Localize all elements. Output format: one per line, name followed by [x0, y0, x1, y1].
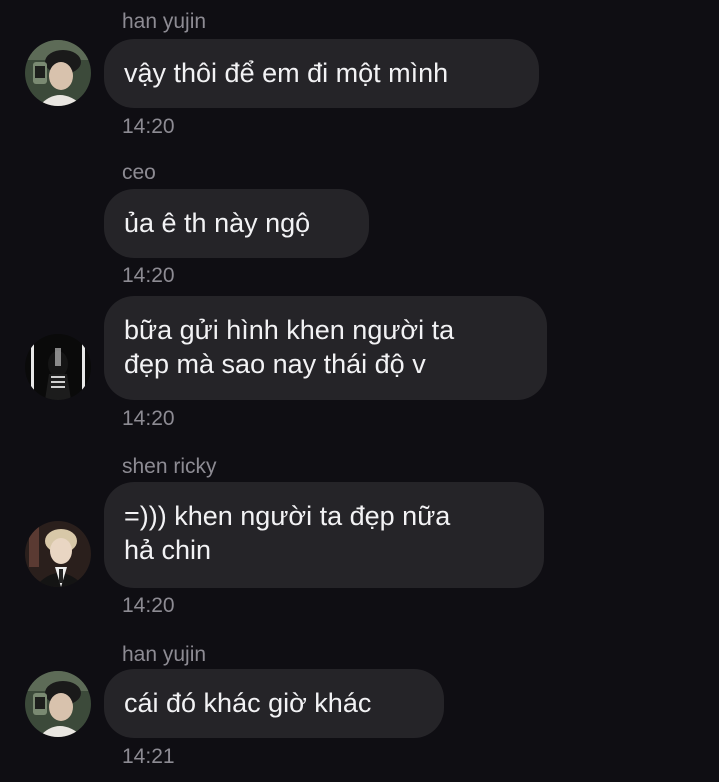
sender-name: shen ricky [122, 455, 217, 478]
message-text: ủa ê th này ngộ [124, 208, 311, 238]
user-avatar-han-yujin-icon[interactable] [25, 671, 91, 737]
message-timestamp: 14:20 [122, 115, 175, 138]
message-bubble[interactable]: vậy thôi để em đi một mình [104, 39, 539, 108]
chat-thread: han yujin vậy thôi để em đi một mình 14:… [0, 0, 719, 782]
message-timestamp: 14:20 [122, 264, 175, 287]
message-text: vậy thôi để em đi một mình [124, 58, 449, 88]
user-avatar-han-yujin-icon[interactable] [25, 40, 91, 106]
message-text-line-1: =))) khen người ta đẹp nữa [124, 501, 451, 531]
sender-name: ceo [122, 161, 156, 184]
message-bubble[interactable]: ủa ê th này ngộ [104, 189, 369, 258]
message-text-line-2: đẹp mà sao nay thái độ v [124, 349, 426, 379]
sender-name: han yujin [122, 10, 207, 33]
user-avatar-ceo-icon[interactable] [25, 334, 91, 400]
message-timestamp: 14:20 [122, 594, 175, 617]
message-text: cái đó khác giờ khác [124, 688, 372, 718]
user-avatar-shen-ricky-icon[interactable] [25, 521, 91, 587]
message-text-line-2: hả chin [124, 535, 212, 565]
message-text-line-1: bữa gửi hình khen người ta [124, 315, 455, 345]
sender-name: han yujin [122, 643, 207, 666]
message-bubble[interactable]: bữa gửi hình khen người ta đẹp mà sao na… [104, 296, 547, 400]
message-bubble[interactable]: cái đó khác giờ khác [104, 669, 444, 738]
message-timestamp: 14:20 [122, 407, 175, 430]
message-timestamp: 14:21 [122, 745, 175, 768]
message-bubble[interactable]: =))) khen người ta đẹp nữa hả chin [104, 482, 544, 588]
